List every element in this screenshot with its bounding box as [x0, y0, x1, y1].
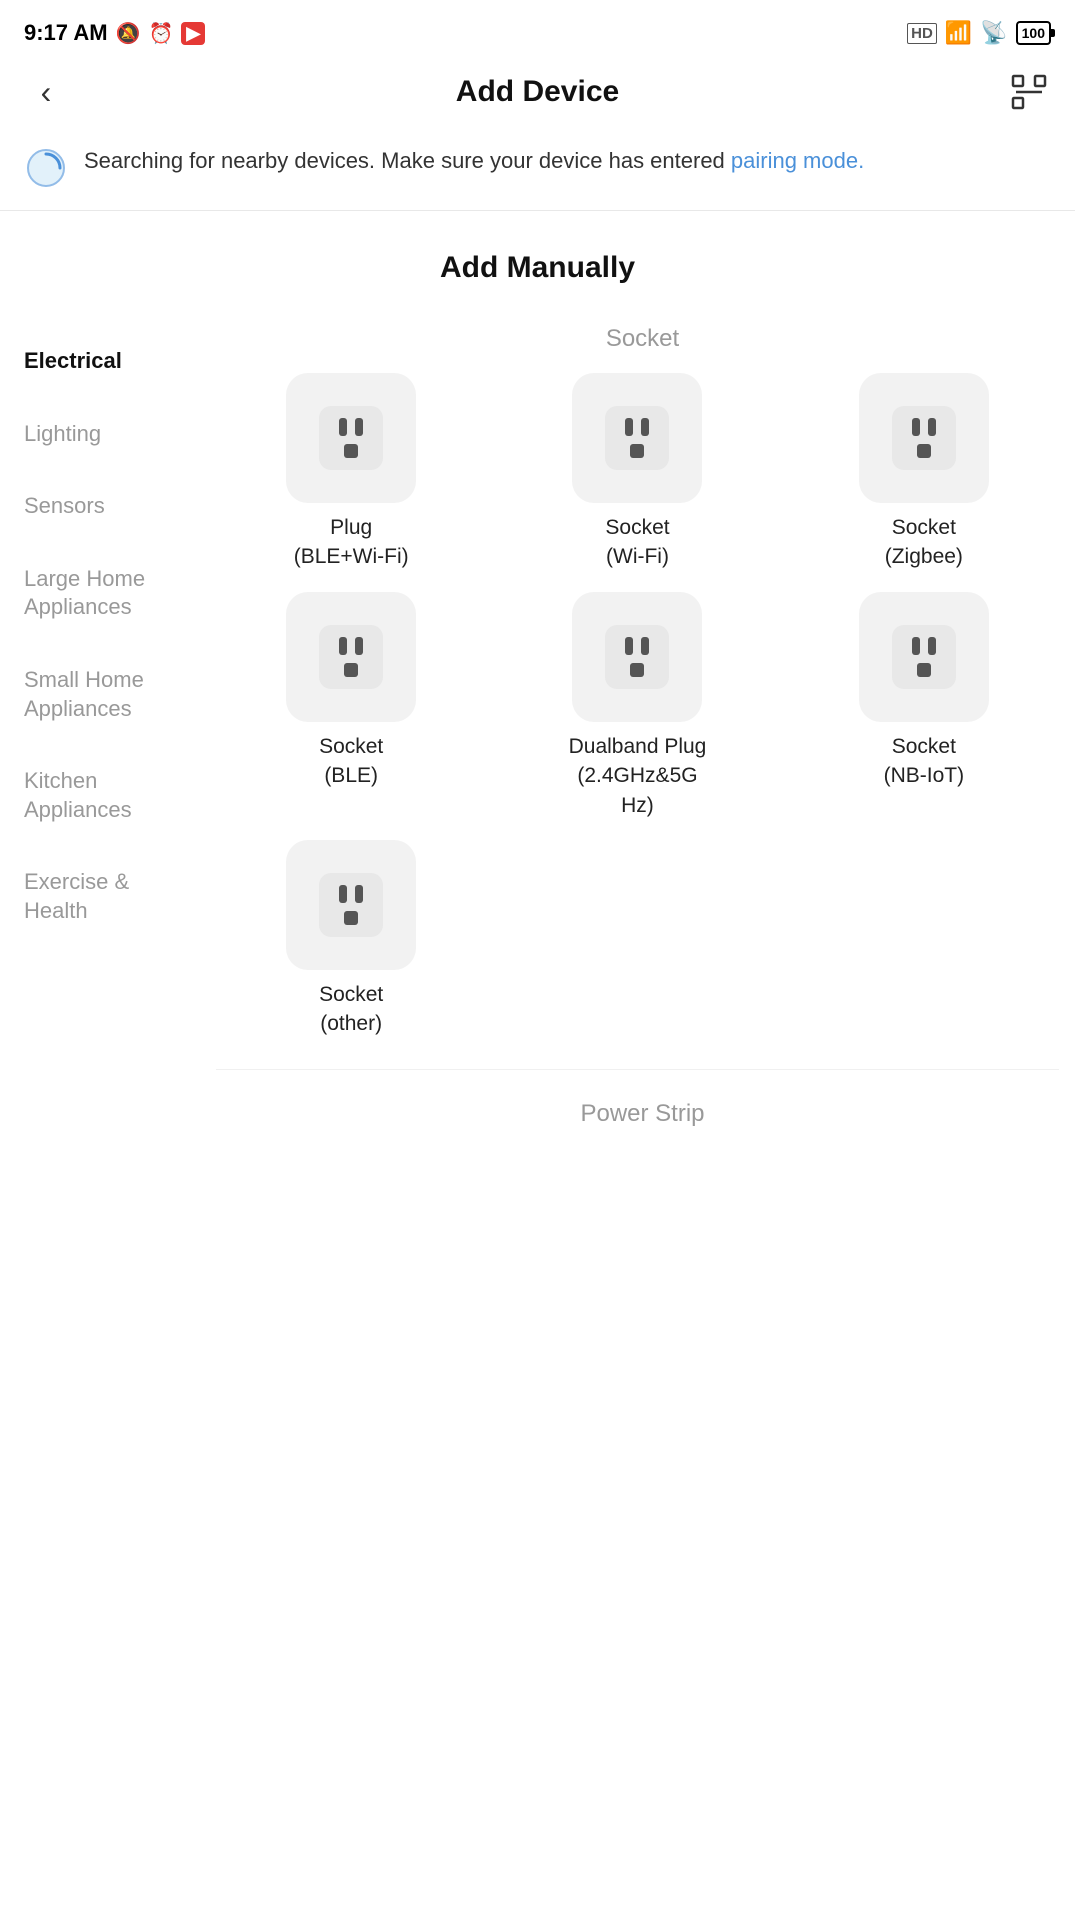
- battery-indicator: 100: [1016, 21, 1051, 45]
- device-item-dualband-plug[interactable]: Dualband Plug(2.4GHz&5GHz): [502, 592, 772, 820]
- sidebar-item-kitchen-appliances[interactable]: Kitchen Appliances: [0, 745, 200, 846]
- mute-icon: 🔕: [116, 21, 141, 46]
- search-text-before: Searching for nearby devices. Make sure …: [84, 148, 731, 173]
- scan-button[interactable]: [1007, 70, 1051, 114]
- wifi-icon: 📡: [980, 20, 1007, 46]
- time-label: 9:17 AM: [24, 20, 108, 46]
- section-label-socket: Socket: [216, 315, 1059, 373]
- section-label-power-strip: Power Strip: [216, 1090, 1059, 1148]
- plug-ble-wifi-icon-box: [286, 373, 416, 503]
- top-nav: ‹ Add Device: [0, 60, 1075, 130]
- socket-wifi-icon-box: [572, 373, 702, 503]
- dualband-plug-label: Dualband Plug(2.4GHz&5GHz): [569, 732, 707, 820]
- socket-ble-label: Socket(BLE): [319, 732, 383, 791]
- status-bar: 9:17 AM 🔕 ⏰ ▶ HD 📶 📡 100: [0, 0, 1075, 60]
- content-area: Electrical Lighting Sensors Large Home A…: [0, 315, 1075, 1148]
- device-item-socket-other[interactable]: Socket(other): [216, 840, 486, 1039]
- plug-ble-wifi-label: Plug(BLE+Wi-Fi): [294, 513, 409, 572]
- status-right-area: HD 📶 📡 100: [907, 20, 1051, 46]
- socket-other-label: Socket(other): [319, 980, 383, 1039]
- device-grid-sockets: Plug(BLE+Wi-Fi) Socket(Wi-Fi): [216, 373, 1059, 1059]
- sidebar: Electrical Lighting Sensors Large Home A…: [0, 315, 200, 1148]
- device-item-plug-ble-wifi[interactable]: Plug(BLE+Wi-Fi): [216, 373, 486, 572]
- battery-level: 100: [1022, 25, 1045, 41]
- socket-nb-iot-label: Socket(NB-IoT): [884, 732, 965, 791]
- hd-label: HD: [907, 23, 937, 44]
- socket-other-icon-box: [286, 840, 416, 970]
- status-time: 9:17 AM 🔕 ⏰ ▶: [24, 20, 205, 46]
- sidebar-item-sensors[interactable]: Sensors: [0, 470, 200, 543]
- section-divider: [216, 1069, 1059, 1070]
- signal-icon: 📶: [945, 20, 972, 46]
- device-item-socket-wifi[interactable]: Socket(Wi-Fi): [502, 373, 772, 572]
- socket-nb-iot-icon-box: [859, 592, 989, 722]
- socket-ble-icon-box: [286, 592, 416, 722]
- add-manually-title: Add Manually: [0, 211, 1075, 315]
- pairing-mode-link[interactable]: pairing mode.: [731, 148, 864, 173]
- page-title: Add Device: [456, 75, 619, 109]
- device-item-socket-nb-iot[interactable]: Socket(NB-IoT): [789, 592, 1059, 820]
- sidebar-item-small-home-appliances[interactable]: Small Home Appliances: [0, 644, 200, 745]
- search-text: Searching for nearby devices. Make sure …: [84, 144, 864, 177]
- device-item-socket-zigbee[interactable]: Socket(Zigbee): [789, 373, 1059, 572]
- device-area: Socket Plug(BLE+Wi-Fi): [200, 315, 1075, 1148]
- alarm-icon: ⏰: [148, 21, 173, 46]
- sidebar-item-large-home-appliances[interactable]: Large Home Appliances: [0, 543, 200, 644]
- record-icon: ▶: [181, 22, 205, 45]
- back-button[interactable]: ‹: [24, 70, 68, 114]
- sidebar-item-electrical[interactable]: Electrical: [0, 325, 200, 398]
- socket-zigbee-label: Socket(Zigbee): [885, 513, 963, 572]
- socket-zigbee-icon-box: [859, 373, 989, 503]
- device-item-socket-ble[interactable]: Socket(BLE): [216, 592, 486, 820]
- sidebar-item-exercise-health[interactable]: Exercise & Health: [0, 846, 200, 947]
- socket-wifi-label: Socket(Wi-Fi): [605, 513, 669, 572]
- sidebar-item-lighting[interactable]: Lighting: [0, 398, 200, 471]
- search-banner: Searching for nearby devices. Make sure …: [0, 130, 1075, 210]
- search-spinner-icon: [24, 146, 68, 190]
- dualband-plug-icon-box: [572, 592, 702, 722]
